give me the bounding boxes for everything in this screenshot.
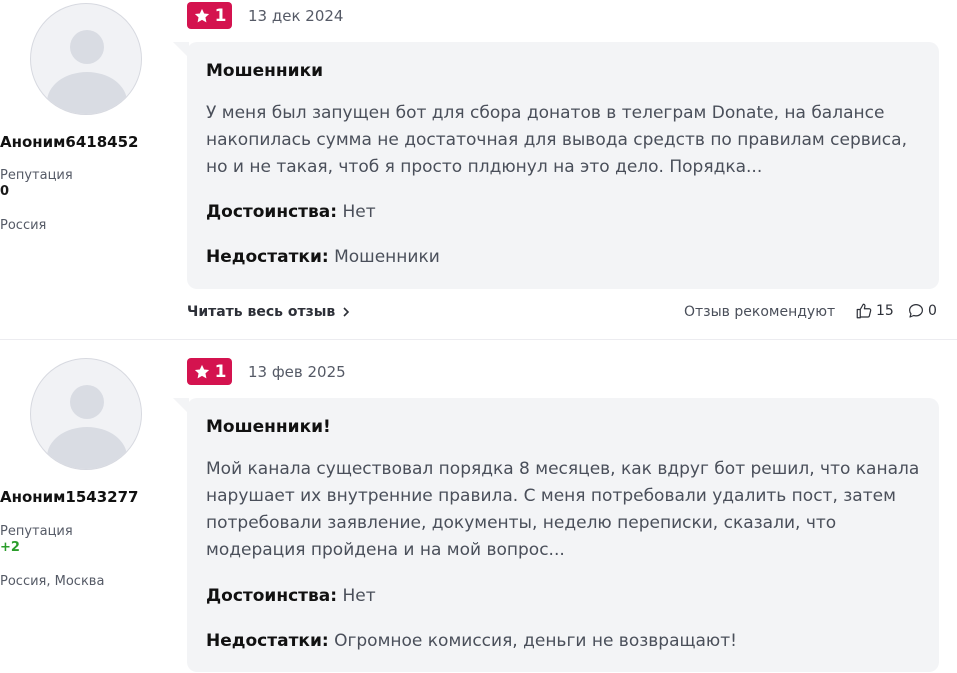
pros-value: Нет — [342, 202, 376, 222]
review-card: Мошенники! Мой канала существовал порядк… — [173, 398, 939, 672]
author-name[interactable]: Аноним1543277 — [0, 488, 172, 506]
pros-label: Достоинства: — [206, 202, 338, 222]
pros-label: Достоинства: — [206, 586, 338, 606]
rating-value: 1 — [214, 5, 227, 26]
pros-value: Нет — [342, 586, 376, 606]
review-cons: Недостатки: Огромное комиссия, деньги не… — [206, 631, 737, 651]
review-footer: Читать весь отзыв Отзыв рекомендуют 15 0 — [187, 302, 939, 324]
avatar[interactable] — [30, 358, 142, 470]
comments-count: 0 — [928, 303, 937, 319]
author-location: Россия, Москва — [0, 574, 105, 589]
read-full-review-link[interactable]: Читать весь отзыв — [187, 304, 351, 320]
review-title[interactable]: Мошенники! — [206, 417, 331, 437]
review-text: Мой канала существовал порядка 8 месяцев… — [206, 459, 920, 560]
author-name[interactable]: Аноним6418452 — [0, 133, 172, 151]
rating-badge: 1 — [187, 2, 232, 29]
author-location: Россия — [0, 218, 47, 233]
review-card: Мошенники У меня был запущен бот для сбо… — [173, 42, 939, 289]
cons-label: Недостатки: — [206, 247, 329, 267]
thumbs-up-icon — [856, 303, 872, 319]
rating-value: 1 — [214, 361, 227, 382]
read-more-label: Читать весь отзыв — [187, 304, 336, 320]
reputation-value: +2 — [0, 540, 20, 555]
cons-label: Недостатки: — [206, 631, 329, 651]
review-pros: Достоинства: Нет — [206, 202, 376, 222]
review-title[interactable]: Мошенники — [206, 61, 323, 81]
reputation-label: Репутация — [0, 168, 73, 183]
avatar[interactable] — [30, 3, 142, 115]
review-item: Аноним1543277 Репутация +2 Россия, Москв… — [0, 340, 957, 673]
reputation-value: 0 — [0, 184, 10, 199]
comments-button[interactable]: 0 — [907, 302, 937, 320]
star-icon — [194, 364, 209, 378]
review-cons: Недостатки: Мошенники — [206, 247, 440, 267]
likes-count: 15 — [876, 303, 894, 319]
review-pros: Достоинства: Нет — [206, 586, 376, 606]
review-text: У меня был запущен бот для сбора донатов… — [206, 103, 907, 177]
star-icon — [194, 8, 209, 22]
cons-value: Мошенники — [334, 247, 440, 267]
chevron-right-icon — [343, 307, 350, 317]
like-button[interactable]: 15 — [855, 302, 894, 320]
cons-value: Огромное комиссия, деньги не возвращают! — [334, 631, 737, 651]
comment-icon — [909, 304, 923, 318]
recommend-label: Отзыв рекомендуют — [684, 304, 836, 320]
rating-badge: 1 — [187, 358, 232, 385]
review-date: 13 фев 2025 — [248, 363, 346, 381]
reputation-label: Репутация — [0, 524, 73, 539]
review-item: Аноним6418452 Репутация 0 Россия 1 13 де… — [0, 0, 957, 339]
review-date: 13 дек 2024 — [248, 7, 344, 25]
